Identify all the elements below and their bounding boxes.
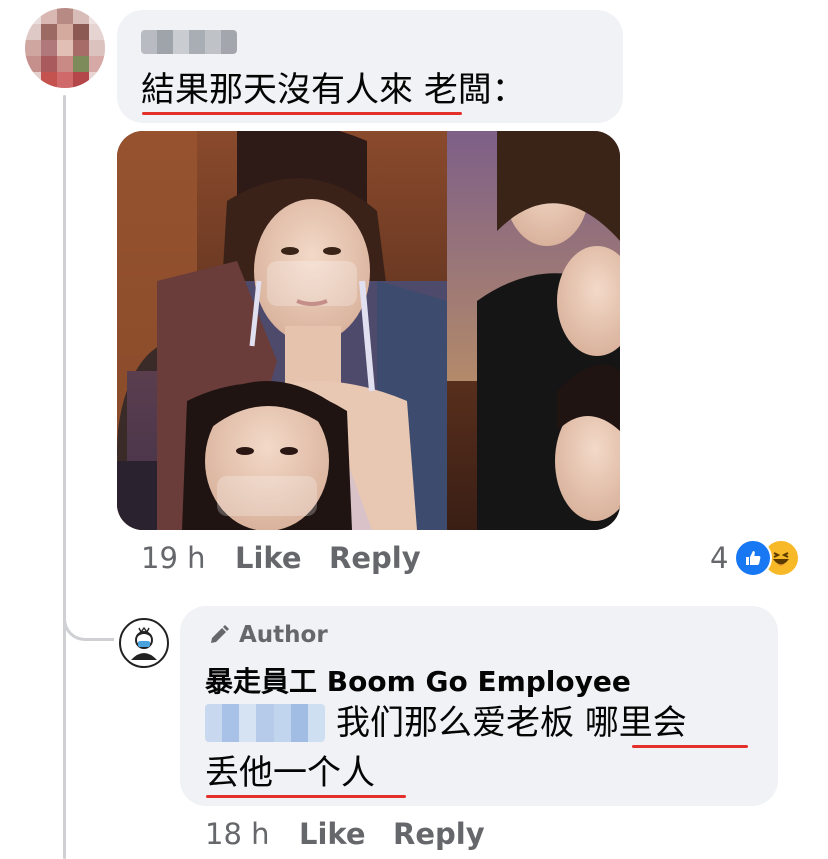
comment-text-underlined: 結果那天沒有人來 xyxy=(141,70,413,110)
like-label: Like xyxy=(299,817,366,851)
comment-like-button[interactable]: Like xyxy=(235,541,302,575)
pen-icon xyxy=(211,625,229,643)
comment-reply-button[interactable]: Reply xyxy=(329,541,421,575)
commenter-avatar[interactable] xyxy=(25,8,105,88)
thread-line xyxy=(63,95,66,859)
reaction-count: 4 xyxy=(710,541,729,575)
reply-like-button[interactable]: Like xyxy=(299,817,366,851)
like-label: Like xyxy=(235,541,302,575)
reactions-summary[interactable]: 4 xyxy=(710,538,801,578)
reply-text-line2: 丢他一个人 xyxy=(205,753,375,793)
reply-text-part1: 我们那么爱老板 xyxy=(336,703,574,743)
mentioned-name-blurred[interactable] xyxy=(205,704,325,742)
author-badge: Author xyxy=(207,622,328,648)
red-underline xyxy=(206,795,406,798)
comment-meta: 19 h xyxy=(141,541,206,575)
comment-time[interactable]: 19 h xyxy=(141,541,206,575)
reply-label: Reply xyxy=(393,817,485,851)
reply-meta: 18 h xyxy=(205,817,270,851)
reply-text-line1: 我们那么爱老板 哪里会 xyxy=(336,703,687,743)
reply-text-part2: 哪里会 xyxy=(584,703,687,743)
reply-author-avatar[interactable] xyxy=(119,618,169,668)
comment-text-rest: 老闆： xyxy=(423,70,526,110)
reply-label: Reply xyxy=(329,541,421,575)
comment-text: 結果那天沒有人來 老闆： xyxy=(141,70,526,110)
reply-reply-button[interactable]: Reply xyxy=(393,817,485,851)
reply-author-name[interactable]: 暴走員工 Boom Go Employee xyxy=(205,660,631,700)
attached-photo[interactable] xyxy=(117,131,620,530)
red-underline xyxy=(632,745,748,748)
author-badge-label: Author xyxy=(239,622,328,648)
red-underline xyxy=(142,112,462,115)
reply-connector xyxy=(63,560,114,641)
commenter-name-blurred[interactable] xyxy=(141,30,237,54)
reply-time[interactable]: 18 h xyxy=(205,817,270,851)
